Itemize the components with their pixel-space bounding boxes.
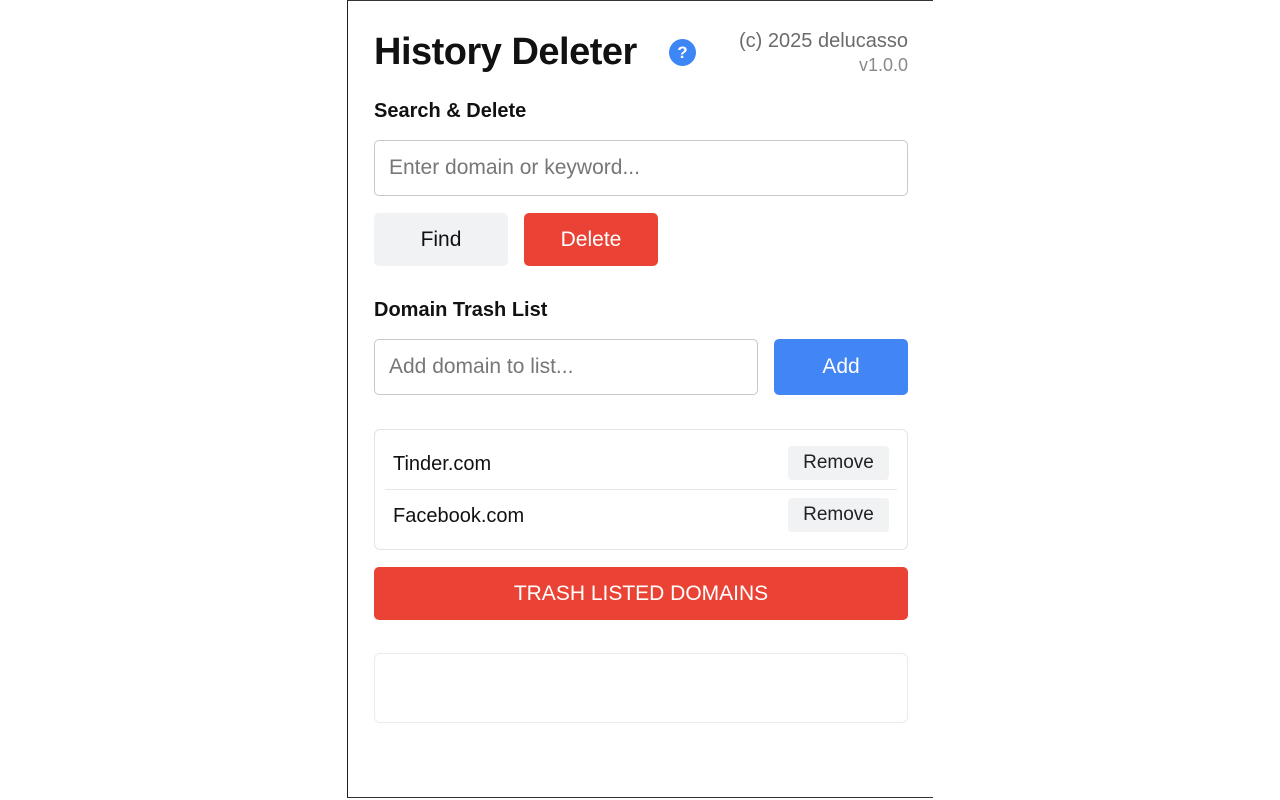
status-box <box>374 653 908 723</box>
list-item: Facebook.com Remove <box>385 490 897 542</box>
credit: (c) 2025 delucasso v1.0.0 <box>739 29 908 77</box>
copyright-text: (c) 2025 delucasso <box>739 30 908 52</box>
version-text: v1.0.0 <box>858 55 908 75</box>
find-button[interactable]: Find <box>374 213 508 266</box>
list-item-domain: Tinder.com <box>393 453 492 475</box>
add-domain-input[interactable] <box>374 339 758 395</box>
trash-list-section-label: Domain Trash List <box>374 299 548 321</box>
delete-button[interactable]: Delete <box>524 213 658 266</box>
remove-button[interactable]: Remove <box>788 498 889 532</box>
trash-domain-list: Tinder.com Remove Facebook.com Remove <box>374 429 908 550</box>
app-title: History Deleter <box>374 31 637 73</box>
header: History Deleter ? (c) 2025 delucasso v1.… <box>374 25 908 81</box>
list-item: Tinder.com Remove <box>385 438 897 490</box>
search-section-label: Search & Delete <box>374 100 527 122</box>
help-icon[interactable]: ? <box>669 39 696 66</box>
remove-button[interactable]: Remove <box>788 446 889 480</box>
search-input[interactable] <box>374 140 908 196</box>
trash-listed-domains-button[interactable]: TRASH LISTED DOMAINS <box>374 567 908 620</box>
add-button[interactable]: Add <box>774 339 908 395</box>
list-item-domain: Facebook.com <box>393 505 525 527</box>
extension-popup: History Deleter ? (c) 2025 delucasso v1.… <box>347 0 933 798</box>
